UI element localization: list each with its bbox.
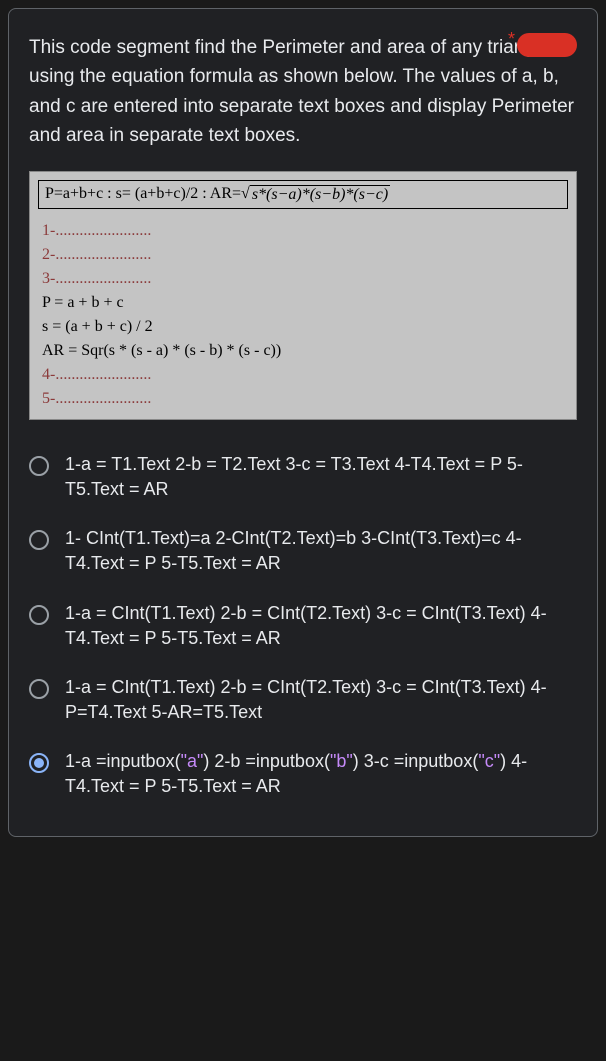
option-3[interactable]: 1-a = CInt(T1.Text) 2-b = CInt(T2.Text) … — [29, 589, 577, 663]
option-text: 1-a = CInt(T1.Text) 2-b = CInt(T2.Text) … — [65, 601, 577, 651]
radio-icon[interactable] — [29, 530, 49, 550]
sqrt-icon: √ — [241, 185, 250, 203]
question-card: * This code segment find the Perimeter a… — [8, 8, 598, 837]
radio-icon[interactable] — [29, 679, 49, 699]
formula-image-box: P=a+b+c : s= (a+b+c)/2 : AR= √ s*(s−a)*(… — [29, 171, 577, 420]
required-badge — [517, 33, 577, 57]
code-line-8: 5-........................ — [42, 387, 564, 411]
code-line-7: 4-........................ — [42, 363, 564, 387]
required-asterisk: * — [508, 29, 515, 50]
formula-prefix: P=a+b+c : s= (a+b+c)/2 : AR= — [45, 185, 241, 203]
radio-icon-selected[interactable] — [29, 753, 49, 773]
option-text: 1-a = T1.Text 2-b = T2.Text 3-c = T3.Tex… — [65, 452, 577, 502]
code-line-6: AR = Sqr(s * (s - a) * (s - b) * (s - c)… — [42, 339, 564, 363]
option-text: 1-a =inputbox("a") 2-b =inputbox("b") 3-… — [65, 749, 577, 799]
option-1[interactable]: 1-a = T1.Text 2-b = T2.Text 3-c = T3.Tex… — [29, 440, 577, 514]
option-4[interactable]: 1-a = CInt(T1.Text) 2-b = CInt(T2.Text) … — [29, 663, 577, 737]
code-line-5: s = (a + b + c) / 2 — [42, 315, 564, 339]
code-line-1: 1-........................ — [42, 219, 564, 243]
code-block: 1-........................ 2-...........… — [38, 219, 568, 415]
radio-icon[interactable] — [29, 456, 49, 476]
formula-equation: P=a+b+c : s= (a+b+c)/2 : AR= √ s*(s−a)*(… — [38, 180, 568, 209]
option-text: 1-a = CInt(T1.Text) 2-b = CInt(T2.Text) … — [65, 675, 577, 725]
radio-icon[interactable] — [29, 605, 49, 625]
option-2[interactable]: 1- CInt(T1.Text)=a 2-CInt(T2.Text)=b 3-C… — [29, 514, 577, 588]
code-line-2: 2-........................ — [42, 243, 564, 267]
code-line-3: 3-........................ — [42, 267, 564, 291]
sqrt-body: s*(s−a)*(s−b)*(s−c) — [250, 185, 390, 204]
question-header: * This code segment find the Perimeter a… — [29, 33, 577, 151]
option-5[interactable]: 1-a =inputbox("a") 2-b =inputbox("b") 3-… — [29, 737, 577, 811]
question-text: This code segment find the Perimeter and… — [29, 33, 577, 151]
options-group: 1-a = T1.Text 2-b = T2.Text 3-c = T3.Tex… — [29, 440, 577, 812]
code-line-4: P = a + b + c — [42, 291, 564, 315]
option-text: 1- CInt(T1.Text)=a 2-CInt(T2.Text)=b 3-C… — [65, 526, 577, 576]
